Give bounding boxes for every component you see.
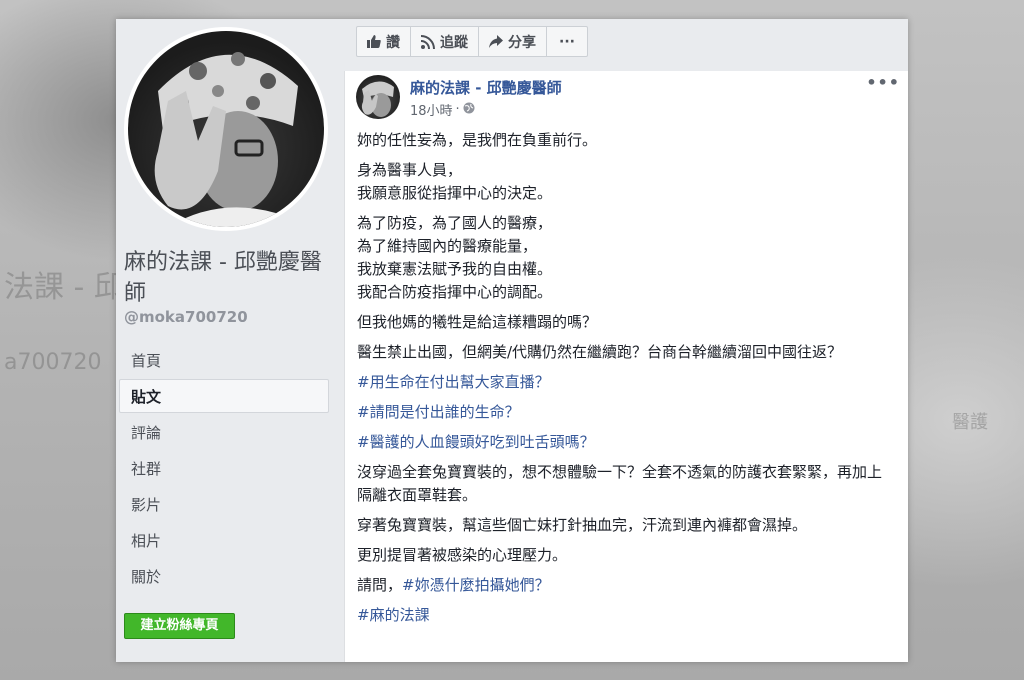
page-sidebar: 麻的法課 - 邱艷慶醫師 @moka700720 首頁 貼文 評論 社群 影片 … <box>116 19 342 662</box>
post-content: 妳的任性妄為，是我們在負重前行。 身為醫事人員， 我願意服從指揮中心的決定。 為… <box>357 129 891 634</box>
page-action-bar: 讚 追蹤 分享 ··· <box>356 26 588 57</box>
nav-home[interactable]: 首頁 <box>119 343 329 377</box>
rss-feed-icon <box>421 34 435 49</box>
page-title: 麻的法課 - 邱艷慶醫師 <box>124 250 322 306</box>
post-paragraph: 穿著兔寶寶裝，幫這些個亡妹打針抽血完，汗流到連內褲都會濕掉。 <box>357 516 808 534</box>
profile-picture[interactable] <box>124 27 328 231</box>
share-arrow-icon <box>489 35 503 48</box>
post-text: 請問， <box>357 576 403 594</box>
post-paragraph: 請問，#妳憑什麼拍攝她們？ <box>357 574 891 597</box>
globe-icon <box>463 102 475 118</box>
nav-videos[interactable]: 影片 <box>119 487 329 521</box>
post-author-name[interactable]: 麻的法課 - 邱艷慶醫師 <box>410 77 562 98</box>
hashtag-link[interactable]: #醫護的人血饅頭好吃到吐舌頭嗎？ <box>357 431 891 454</box>
bg-blur-text-right: 醫護 <box>952 412 988 433</box>
nav-posts[interactable]: 貼文 <box>119 379 329 413</box>
doctor-photo-illustration <box>154 52 298 227</box>
post-paragraph: 沒穿過全套兔寶寶裝的，想不想體驗一下？全套不透氣的防護衣套緊緊，再加上隔離衣面罩… <box>357 463 883 504</box>
post-line: 為了維持國內的醫療能量， <box>357 237 538 255</box>
post-line: 我配合防疫指揮中心的調配。 <box>357 283 553 301</box>
post-paragraph: 更別提冒著被感染的心理壓力。 <box>357 546 568 564</box>
thumbs-up-icon <box>367 35 381 48</box>
post-paragraph: 妳的任性妄為，是我們在負重前行。 <box>357 131 598 149</box>
nav-photos[interactable]: 相片 <box>119 523 329 557</box>
post-line: 為了防疫，為了國人的醫療， <box>357 214 553 232</box>
more-actions-button[interactable]: ··· <box>546 26 588 57</box>
page-username[interactable]: @moka700720 <box>124 308 248 326</box>
post-options-button[interactable]: ••• <box>866 73 900 92</box>
nav-reviews[interactable]: 評論 <box>119 415 329 449</box>
like-button[interactable]: 讚 <box>356 26 411 57</box>
post-avatar-illustration <box>361 81 394 117</box>
facebook-page-card: 麻的法課 - 邱艷慶醫師 @moka700720 首頁 貼文 評論 社群 影片 … <box>116 19 908 662</box>
hashtag-link[interactable]: #用生命在付出幫大家直播？ <box>357 371 891 394</box>
profile-photo <box>128 31 324 227</box>
share-label: 分享 <box>508 34 536 51</box>
nav-about[interactable]: 關於 <box>119 559 329 593</box>
post-timestamp[interactable]: 18小時 <box>410 100 453 119</box>
post-meta: 18小時 · <box>410 100 475 119</box>
hashtag-link[interactable]: #麻的法課 <box>357 604 891 627</box>
post-card: 麻的法課 - 邱艷慶醫師 18小時 · ••• 妳的任性妄為，是我們在負重前行。… <box>344 71 908 662</box>
post-line: 我願意服從指揮中心的決定。 <box>357 184 553 202</box>
hashtag-link[interactable]: #請問是付出誰的生命？ <box>357 401 891 424</box>
share-button[interactable]: 分享 <box>478 26 547 57</box>
hashtag-link[interactable]: #妳憑什麼拍攝她們？ <box>402 576 550 594</box>
nav-community[interactable]: 社群 <box>119 451 329 485</box>
post-author-avatar[interactable] <box>356 75 400 119</box>
post-line: 身為醫事人員， <box>357 161 463 179</box>
post-paragraph: 為了防疫，為了國人的醫療， 為了維持國內的醫療能量， 我放棄憲法賦予我的自由權。… <box>357 212 891 304</box>
post-paragraph: 身為醫事人員， 我願意服從指揮中心的決定。 <box>357 159 891 205</box>
create-page-button[interactable]: 建立粉絲專頁 <box>124 613 235 639</box>
follow-button[interactable]: 追蹤 <box>410 26 479 57</box>
post-paragraph: 但我他媽的犧牲是給這樣糟蹋的嗎？ <box>357 313 598 331</box>
post-paragraph: 醫生禁止出國，但網美/代購仍然在繼續跑？台商台幹繼續溜回中國往返？ <box>357 343 843 361</box>
post-line: 我放棄憲法賦予我的自由權。 <box>357 260 553 278</box>
meta-separator: · <box>455 102 460 117</box>
follow-label: 追蹤 <box>440 34 468 51</box>
bg-blur-text-left: 法課 - 邱 <box>4 270 124 305</box>
bg-blur-text-handle: a700720 <box>4 350 102 375</box>
like-label: 讚 <box>386 34 400 51</box>
page-nav: 首頁 貼文 評論 社群 影片 相片 關於 <box>119 343 329 595</box>
